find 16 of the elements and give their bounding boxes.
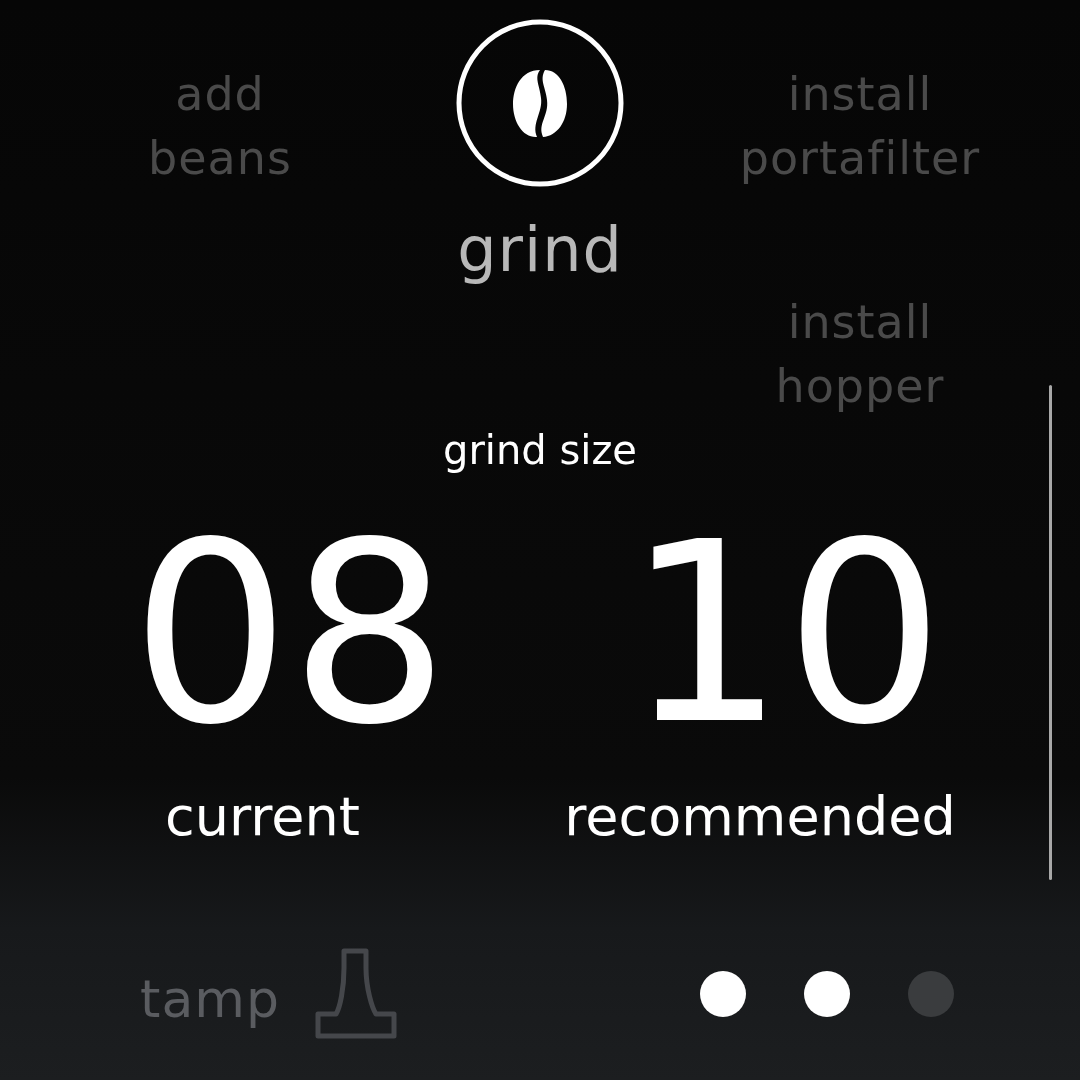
step-label[interactable]: add beans — [148, 62, 292, 190]
display-label: recommended — [564, 784, 956, 850]
page-dot[interactable] — [908, 971, 954, 1017]
tamper-icon — [313, 948, 400, 1040]
scrollbar[interactable] — [1049, 385, 1052, 880]
step-label[interactable]: install portafilter — [739, 62, 981, 190]
section-title: grind size — [442, 426, 638, 475]
digit-readout: 10 — [625, 534, 945, 734]
coffee-bean-icon — [455, 18, 625, 188]
digit-readout: 08 — [130, 534, 450, 734]
display-label: current — [165, 784, 360, 850]
step-label[interactable]: install hopper — [775, 290, 945, 418]
step-label[interactable]: grind — [457, 210, 623, 290]
page-dot[interactable] — [804, 971, 850, 1017]
step-label[interactable]: tamp — [140, 964, 280, 1034]
page-dot[interactable] — [700, 971, 746, 1017]
